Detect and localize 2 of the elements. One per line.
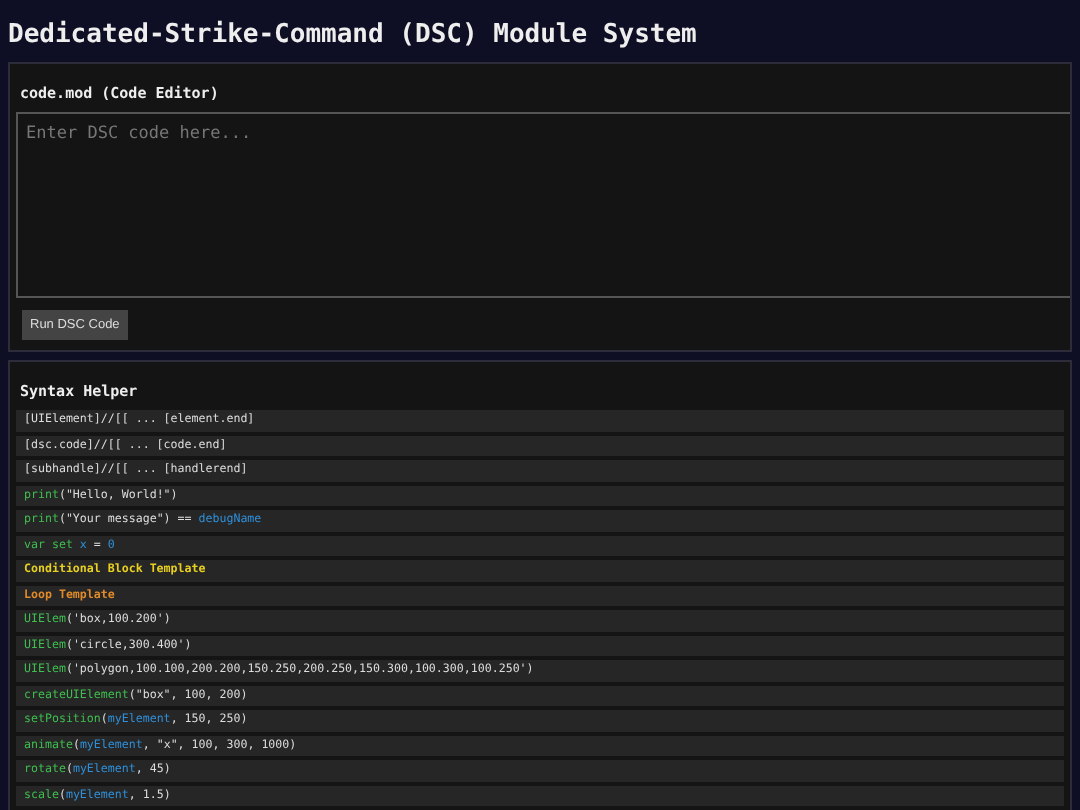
page-title: Dedicated-Strike-Command (DSC) Module System [8,18,699,52]
code-input-field[interactable]: Enter DSC code here... [16,112,1070,298]
